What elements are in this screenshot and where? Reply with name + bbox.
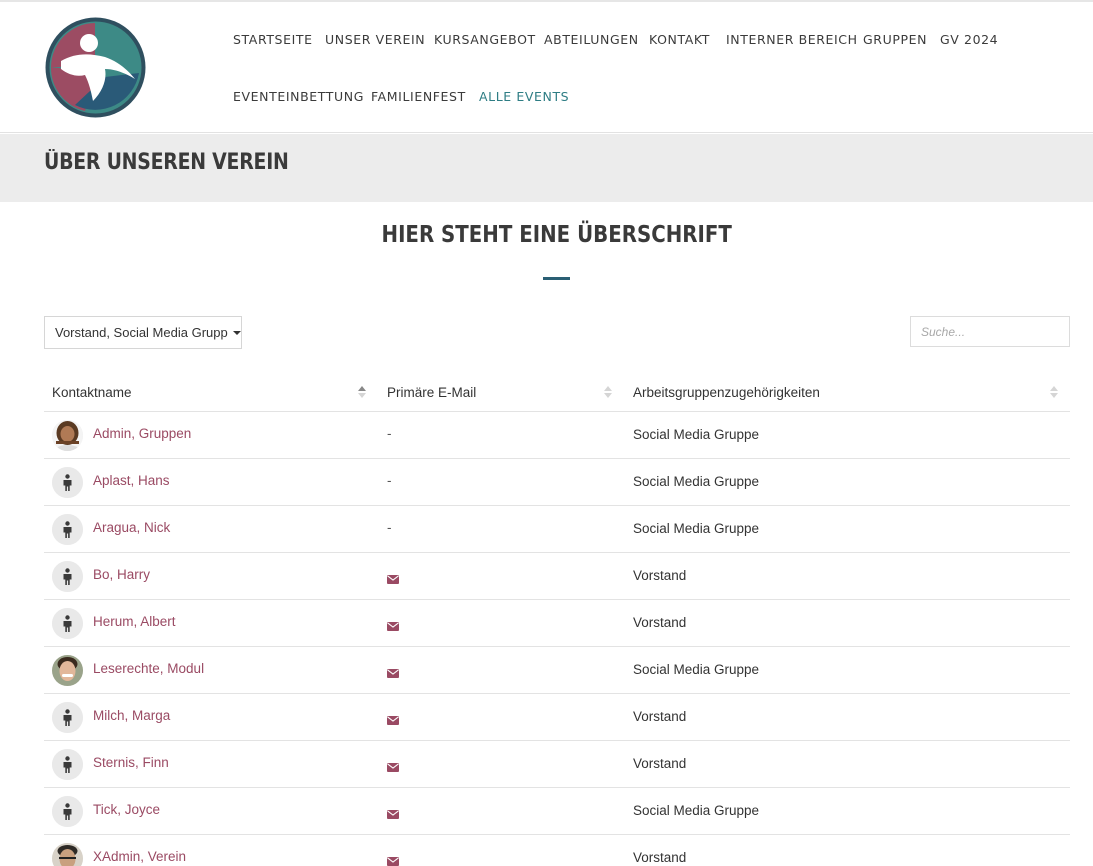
column-header-primary-email[interactable]: Primäre E-Mail: [387, 385, 476, 400]
contact-name-link[interactable]: Aplast, Hans: [93, 473, 170, 488]
workgroup-value: Vorstand: [633, 850, 687, 865]
table-row: Leserechte, Modul Social Media Gruppe: [44, 647, 1070, 694]
nav-item-interner-bereich[interactable]: INTERNER BEREICH: [726, 32, 858, 47]
table-row: Admin, Gruppen - Social Media Gruppe: [44, 412, 1070, 459]
workgroup-value: Vorstand: [633, 615, 687, 630]
table-row: XAdmin, Verein Vorstand: [44, 835, 1070, 866]
table-row: Milch, Marga Vorstand: [44, 694, 1070, 741]
envelope-icon[interactable]: [387, 712, 399, 725]
nav-item-kursangebot[interactable]: KURSANGEBOT: [434, 32, 536, 47]
contact-name-link[interactable]: Admin, Gruppen: [93, 426, 191, 441]
nav-item-gv-2024[interactable]: GV 2024: [940, 32, 998, 47]
avatar: [52, 843, 83, 866]
table-row: Tick, Joyce Social Media Gruppe: [44, 788, 1070, 835]
envelope-icon[interactable]: [387, 853, 399, 866]
table-row: Bo, Harry Vorstand: [44, 553, 1070, 600]
contact-name-link[interactable]: Leserechte, Modul: [93, 661, 204, 676]
sort-icon[interactable]: [604, 384, 612, 400]
table-row: Aplast, Hans - Social Media Gruppe: [44, 459, 1070, 506]
primary-email-value: -: [387, 520, 392, 535]
table-row: Sternis, Finn Vorstand: [44, 741, 1070, 788]
workgroup-value: Vorstand: [633, 568, 687, 583]
caret-down-icon: [232, 330, 241, 335]
group-filter-dropdown[interactable]: Vorstand, Social Media Grupp: [44, 316, 242, 349]
contact-name-link[interactable]: XAdmin, Verein: [93, 849, 186, 864]
person-placeholder-icon: [52, 702, 83, 733]
envelope-icon[interactable]: [387, 618, 399, 631]
nav-item-eventeinbettung[interactable]: EVENTEINBETTUNG: [233, 89, 364, 104]
envelope-icon[interactable]: [387, 571, 399, 584]
person-placeholder-icon: [52, 749, 83, 780]
avatar: [52, 420, 83, 451]
person-placeholder-icon: [52, 514, 83, 545]
nav-item-gruppen[interactable]: GRUPPEN: [863, 32, 927, 47]
nav-item-abteilungen[interactable]: ABTEILUNGEN: [544, 32, 639, 47]
workgroup-value: Vorstand: [633, 756, 687, 771]
person-placeholder-icon: [52, 561, 83, 592]
column-header-contact-name[interactable]: Kontaktname: [52, 385, 132, 400]
page-title: ÜBER UNSEREN VEREIN: [44, 150, 289, 175]
envelope-icon[interactable]: [387, 665, 399, 678]
workgroup-value: Social Media Gruppe: [633, 803, 760, 818]
person-placeholder-icon: [52, 796, 83, 827]
workgroup-value: Social Media Gruppe: [633, 427, 760, 442]
table-row: Aragua, Nick - Social Media Gruppe: [44, 506, 1070, 553]
group-filter-value: Vorstand, Social Media Grupp: [55, 325, 228, 340]
column-header-workgroups[interactable]: Arbeitsgruppenzugehörigkeiten: [633, 385, 820, 400]
envelope-icon[interactable]: [387, 806, 399, 819]
contact-name-link[interactable]: Milch, Marga: [93, 708, 170, 723]
table-body: Admin, Gruppen - Social Media Gruppe Aplast…: [44, 412, 1070, 866]
person-placeholder-icon: [52, 467, 83, 498]
heading-divider: [543, 277, 570, 280]
nav-item-kontakt[interactable]: KONTAKT: [649, 32, 710, 47]
contact-name-link[interactable]: Tick, Joyce: [93, 802, 160, 817]
section-heading-text: HIER STEHT EINE ÜBERSCHRIFT: [381, 222, 732, 248]
nav-item-alle-events[interactable]: ALLE EVENTS: [479, 89, 569, 104]
person-placeholder-icon: [52, 608, 83, 639]
primary-email-value: -: [387, 473, 392, 488]
envelope-icon[interactable]: [387, 759, 399, 772]
contact-name-link[interactable]: Herum, Albert: [93, 614, 176, 629]
workgroup-value: Social Media Gruppe: [633, 662, 760, 677]
nav-item-unser-verein[interactable]: UNSER VEREIN: [325, 32, 425, 47]
club-logo-icon[interactable]: [45, 17, 146, 118]
contacts-table: Kontaktname Primäre E-Mail Arbeitsgruppe…: [44, 372, 1070, 866]
contact-name-link[interactable]: Bo, Harry: [93, 567, 150, 582]
table-header-row: Kontaktname Primäre E-Mail Arbeitsgruppe…: [44, 372, 1070, 412]
contact-name-link[interactable]: Sternis, Finn: [93, 755, 169, 770]
sort-asc-icon[interactable]: [358, 384, 366, 400]
table-row: Herum, Albert Vorstand: [44, 600, 1070, 647]
workgroup-value: Social Media Gruppe: [633, 474, 760, 489]
primary-email-value: -: [387, 426, 392, 441]
contact-name-link[interactable]: Aragua, Nick: [93, 520, 170, 535]
avatar: [52, 655, 83, 686]
search-input[interactable]: [910, 316, 1070, 347]
nav-item-startseite[interactable]: STARTSEITE: [233, 32, 313, 47]
section-heading: HIER STEHT EINE ÜBERSCHRIFT: [0, 222, 1093, 248]
workgroup-value: Vorstand: [633, 709, 687, 724]
nav-item-familienfest[interactable]: FAMILIENFEST: [371, 89, 466, 104]
site-header: [0, 2, 1093, 133]
workgroup-value: Social Media Gruppe: [633, 521, 760, 536]
sort-icon[interactable]: [1050, 384, 1058, 400]
